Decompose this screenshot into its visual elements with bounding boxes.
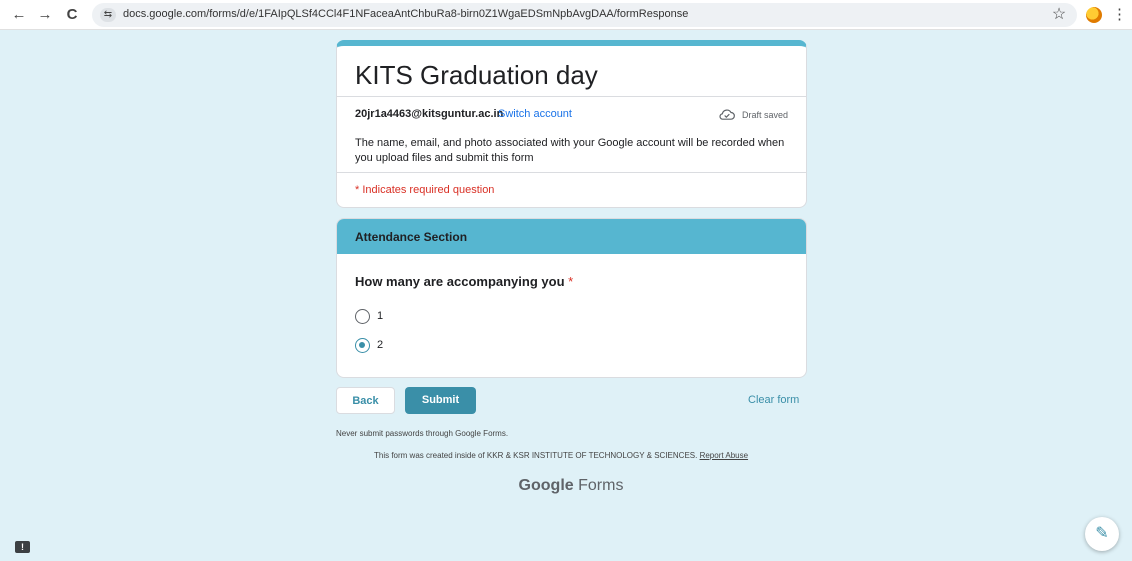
created-text: This form was created inside of KKR & KS… [374,451,698,460]
option-label: 1 [377,310,384,322]
radio-dot [359,342,365,348]
url-text: docs.google.com/forms/d/e/1FAIpQLSf4CCl4… [123,8,689,20]
submit-button[interactable]: Submit [405,387,476,414]
google-forms-logo[interactable]: Google Forms [0,477,1132,495]
browser-menu-icon[interactable]: ⋮ [1112,5,1127,25]
back-button[interactable]: Back [336,387,395,414]
section-header: Attendance Section [337,219,806,254]
switch-account-link[interactable]: Switch account [498,108,572,120]
extension-icon[interactable] [1086,7,1102,23]
divider [337,172,806,173]
form-header-card: KITS Graduation day 20jr1a4463@kitsguntu… [336,40,807,208]
password-warning: Never submit passwords through Google Fo… [336,429,509,438]
brand-forms: Forms [578,477,624,494]
divider [337,96,806,97]
address-bar[interactable]: ⇆ docs.google.com/forms/d/e/1FAIpQLSf4CC… [92,3,1077,27]
radio-checked-icon[interactable] [355,338,370,353]
forward-arrow-icon[interactable]: → [35,5,55,25]
feedback-icon[interactable]: ! [15,541,30,553]
required-marker: * [568,274,574,289]
browser-toolbar: ← → C ⇆ docs.google.com/forms/d/e/1FAIpQ… [0,0,1132,30]
clear-form-button[interactable]: Clear form [748,394,799,406]
draft-status: Draft saved [742,110,789,120]
reload-icon[interactable]: C [62,5,82,25]
attendance-section-card: Attendance Section How many are accompan… [336,218,807,378]
cloud-saved-icon [719,109,735,120]
privacy-notice: The name, email, and photo associated wi… [355,137,785,164]
question-title: How many are accompanying you * [355,274,573,289]
account-email: 20jr1a4463@kitsguntur.ac.in [355,108,504,120]
site-info-icon[interactable]: ⇆ [100,8,116,22]
option-label: 2 [377,339,384,351]
form-title: KITS Graduation day [355,60,598,90]
brand-google: Google [518,477,574,494]
section-title: Attendance Section [355,230,468,244]
bookmark-star-icon[interactable]: ☆ [1050,5,1068,25]
edit-pencil-icon[interactable]: ✎ [1085,517,1119,551]
required-note: * Indicates required question [355,184,495,196]
question-text: How many are accompanying you [355,274,565,289]
created-by-note: This form was created inside of KKR & KS… [374,451,748,460]
back-arrow-icon[interactable]: ← [9,5,29,25]
report-abuse-link[interactable]: Report Abuse [700,451,748,460]
radio-unchecked-icon[interactable] [355,309,370,324]
